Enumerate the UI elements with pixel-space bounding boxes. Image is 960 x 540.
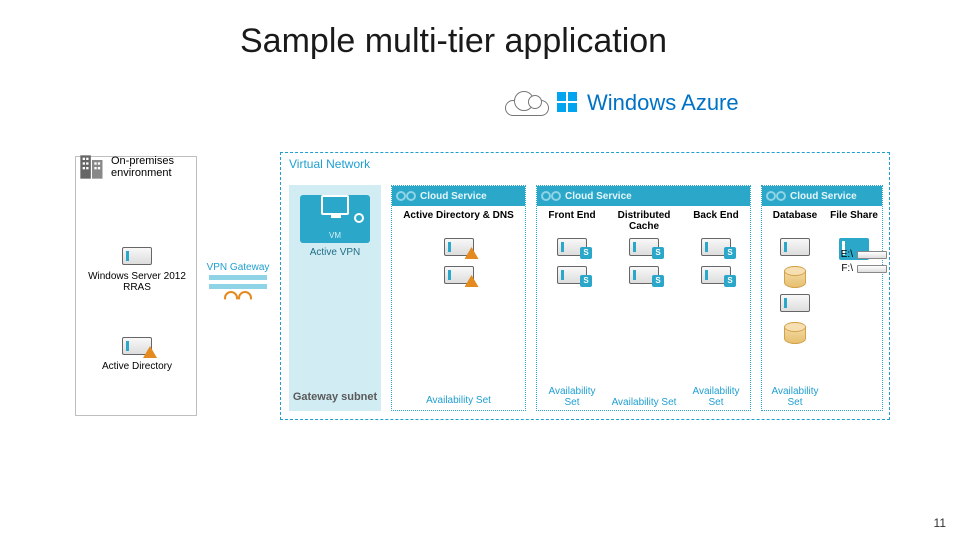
- tier-backend: Back End S S Availability Set: [685, 210, 747, 388]
- server-icon: S: [701, 266, 731, 288]
- availability-set-label: Availability Set: [392, 395, 525, 406]
- ad-badge-icon: [465, 247, 479, 259]
- on-premises-label: On-premises environment: [111, 155, 174, 179]
- slide-title: Sample multi-tier application: [240, 22, 667, 61]
- server-icon: S: [557, 238, 587, 260]
- disk-icon: [857, 251, 887, 259]
- tier-addns: Active Directory & DNS: [398, 210, 519, 388]
- gateway-subnet: Active VPN Gateway subnet: [289, 185, 381, 411]
- cloud-service-header: Cloud Service: [537, 186, 750, 206]
- gateway-icon: [224, 291, 252, 309]
- server-icon: S: [629, 238, 659, 260]
- gear-icon: [406, 191, 416, 201]
- server-icon: S: [701, 238, 731, 260]
- server-icon: S: [557, 266, 587, 288]
- cloud-service-data: Cloud Service Database Availability Set …: [761, 185, 883, 411]
- cloud-service-header: Cloud Service: [392, 186, 525, 206]
- server-icon: [444, 266, 474, 288]
- ad-badge-icon: [143, 346, 157, 358]
- gear-icon: [551, 191, 561, 201]
- azure-brand-text: Windows Azure: [587, 90, 739, 116]
- active-vpn-label: Active VPN: [289, 247, 381, 258]
- cloud-service-addns: Cloud Service Active Directory & DNS Ava…: [391, 185, 526, 411]
- sharepoint-badge-icon: S: [724, 275, 736, 287]
- gear-icon: [766, 191, 776, 201]
- tier-fileshare: File Share: [828, 210, 880, 388]
- drive-e-row: E:\: [841, 249, 887, 260]
- availability-set-label: Availability Set: [541, 386, 603, 408]
- availability-set-label: Availability Set: [609, 397, 679, 408]
- server-icon: [444, 238, 474, 260]
- server-icon: [780, 238, 810, 260]
- cloud-service-header: Cloud Service: [762, 186, 882, 206]
- virtual-network-box: Virtual Network Active VPN Gateway subne…: [280, 152, 890, 420]
- architecture-diagram: On-premises environment Windows Server 2…: [75, 130, 895, 420]
- on-premises-box: On-premises environment Windows Server 2…: [75, 156, 197, 416]
- database-icon: [784, 266, 806, 288]
- rras-server: Windows Server 2012 RRAS: [82, 247, 192, 293]
- page-number: 11: [934, 516, 946, 530]
- windows-logo-icon: [557, 92, 579, 114]
- sharepoint-badge-icon: S: [580, 275, 592, 287]
- bidirectional-arrow-icon: [209, 275, 267, 289]
- tier-database: Database Availability Set: [766, 210, 824, 388]
- gateway-subnet-label: Gateway subnet: [289, 391, 381, 403]
- azure-brand: Windows Azure: [505, 90, 739, 116]
- virtual-network-label: Virtual Network: [289, 157, 370, 171]
- vpn-gateway-link: VPN Gateway: [203, 262, 273, 311]
- server-icon: S: [629, 266, 659, 288]
- sharepoint-badge-icon: S: [652, 247, 664, 259]
- server-icon: [780, 294, 810, 316]
- gear-icon: [541, 191, 551, 201]
- tier-cache: Distributed Cache S S Availability Set: [609, 210, 679, 388]
- ad-server: Active Directory: [82, 337, 192, 372]
- ad-badge-icon: [465, 275, 479, 287]
- sharepoint-badge-icon: S: [724, 247, 736, 259]
- server-icon: [122, 337, 152, 359]
- cloud-icon: [505, 90, 549, 116]
- sharepoint-badge-icon: S: [652, 275, 664, 287]
- gear-icon: [396, 191, 406, 201]
- gear-icon: [776, 191, 786, 201]
- server-icon: [122, 247, 152, 269]
- cloud-service-app: Cloud Service Front End S S Availability…: [536, 185, 751, 411]
- sharepoint-badge-icon: S: [580, 247, 592, 259]
- drive-f-row: F:\: [841, 263, 887, 274]
- database-icon: [784, 322, 806, 344]
- vpn-vm-icon: [300, 195, 370, 243]
- tier-frontend: Front End S S Availability Set: [541, 210, 603, 388]
- availability-set-label: Availability Set: [766, 386, 824, 408]
- availability-set-label: Availability Set: [685, 386, 747, 408]
- building-icon: [78, 153, 106, 181]
- disk-icon: [857, 265, 887, 273]
